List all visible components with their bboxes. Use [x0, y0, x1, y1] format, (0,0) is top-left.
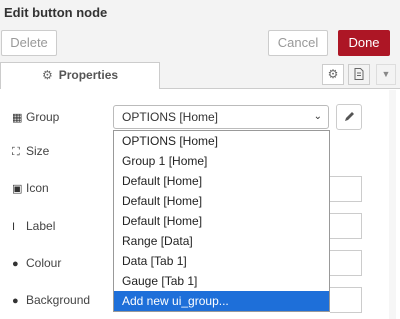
dialog-actionbar: Delete Cancel Done — [0, 25, 400, 61]
icon-input[interactable] — [330, 176, 362, 202]
delete-button[interactable]: Delete — [1, 30, 57, 56]
text-cursor-icon: I — [12, 221, 16, 233]
dropdown-option[interactable]: Gauge [Tab 1] — [114, 271, 329, 291]
icon-row-label: ▣ Icon — [12, 180, 49, 196]
group-row-label: ▦ Group — [12, 109, 59, 125]
description-button[interactable] — [348, 64, 370, 85]
background-row-label: ● Background — [12, 292, 90, 308]
colour-label-text: Colour — [26, 256, 62, 270]
dropdown-option[interactable]: Default [Home] — [114, 191, 329, 211]
table-icon: ▦ — [12, 112, 23, 124]
more-tabs-button[interactable]: ▼ — [376, 64, 396, 85]
done-button[interactable]: Done — [338, 30, 390, 56]
drop-icon: ● — [12, 258, 19, 270]
chevron-down-icon: ⌄ — [313, 111, 322, 122]
size-row-label: ⛶ Size — [12, 143, 49, 159]
icon-label-text: Icon — [26, 181, 49, 195]
resize-icon: ⛶ — [12, 146, 20, 158]
dropdown-option[interactable]: Group 1 [Home] — [114, 151, 329, 171]
scrollbar[interactable] — [389, 90, 396, 319]
colour-input[interactable] — [330, 250, 362, 276]
dropdown-option[interactable]: OPTIONS [Home] — [114, 131, 329, 151]
cancel-button[interactable]: Cancel — [268, 30, 328, 56]
tab-properties[interactable]: ⚙ Properties — [0, 62, 160, 89]
dropdown-option[interactable]: Range [Data] — [114, 231, 329, 251]
tab-properties-label: Properties — [58, 68, 119, 82]
background-label-text: Background — [26, 293, 91, 307]
dropdown-option[interactable]: Data [Tab 1] — [114, 251, 329, 271]
colour-row-label: ● Colour — [12, 255, 61, 271]
group-select[interactable]: OPTIONS [Home] ⌄ — [113, 105, 329, 129]
edit-group-button[interactable] — [336, 104, 362, 130]
dialog-titlebar: Edit button node — [0, 0, 400, 25]
group-dropdown-list: OPTIONS [Home] Group 1 [Home] Default [H… — [113, 130, 330, 312]
dropdown-option[interactable]: Default [Home] — [114, 211, 329, 231]
caret-down-icon: ▼ — [381, 69, 391, 79]
document-icon — [354, 68, 364, 80]
settings-gear-button[interactable]: ⚙ — [322, 64, 344, 85]
pencil-icon — [344, 112, 354, 121]
label-input[interactable] — [330, 213, 362, 239]
size-label-text: Size — [26, 144, 50, 158]
background-input[interactable] — [330, 287, 362, 313]
label-row-label: I Label — [12, 218, 55, 234]
gear-icon: ⚙ — [327, 67, 339, 81]
image-icon: ▣ — [12, 183, 23, 195]
gear-icon: ⚙ — [41, 68, 53, 82]
label-label-text: Label — [26, 219, 56, 233]
dialog-title: Edit button node — [4, 5, 108, 20]
dropdown-option-add-new[interactable]: Add new ui_group... — [114, 291, 329, 311]
group-select-value: OPTIONS [Home] — [122, 110, 219, 124]
dropdown-option[interactable]: Default [Home] — [114, 171, 329, 191]
tab-bar: ⚙ Properties ⚙ ▼ — [0, 60, 400, 89]
group-label-text: Group — [26, 110, 60, 124]
drop-icon: ● — [12, 295, 19, 307]
